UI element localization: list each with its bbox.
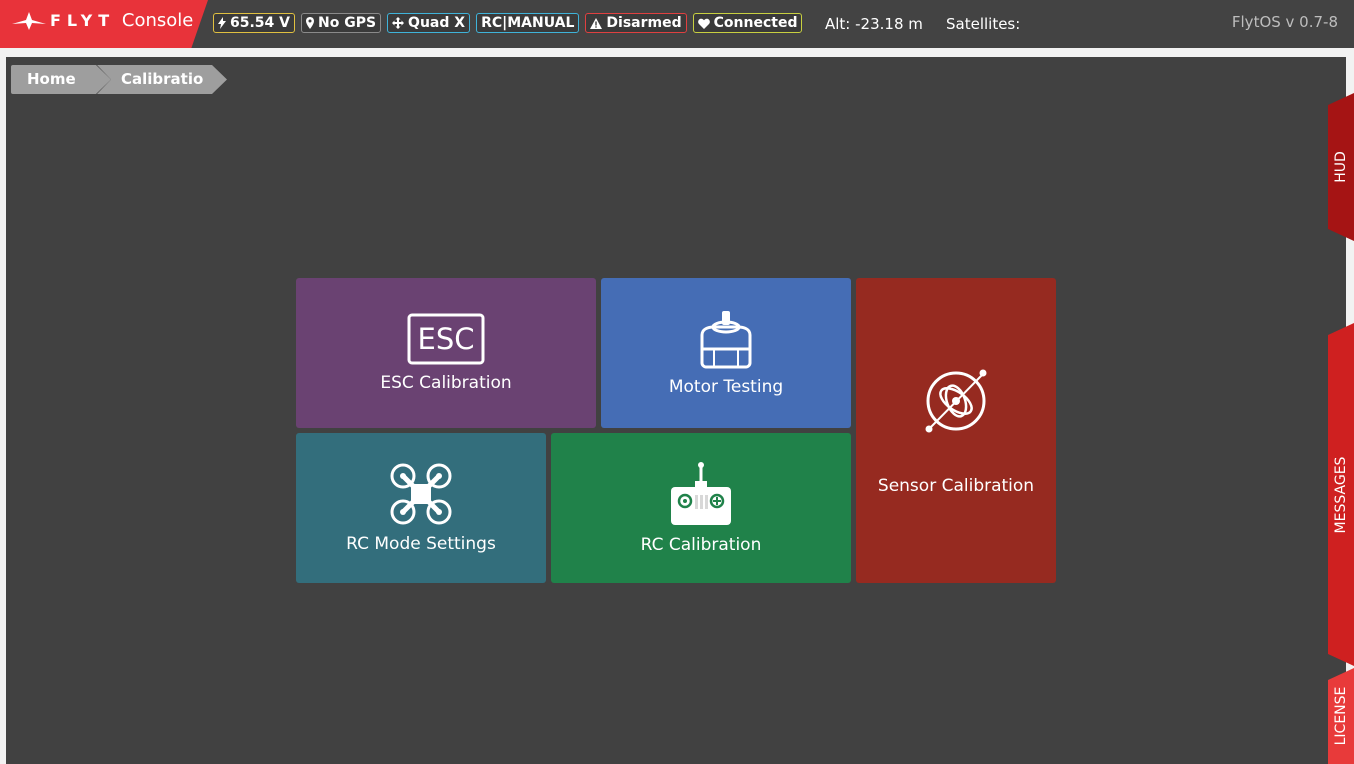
logo-brand: FLYT [50, 11, 116, 30]
altitude-readout: Alt: -23.18 m [825, 15, 923, 33]
frame-badge: Quad X [387, 13, 471, 33]
license-tab-label: LICENSE [1333, 686, 1349, 746]
rc-mode-settings-label: RC Mode Settings [346, 534, 496, 554]
breadcrumb-home[interactable]: Home [11, 65, 111, 94]
breadcrumb-current[interactable]: Calibratio [97, 65, 227, 94]
license-side-tab[interactable]: LICENSE [1328, 668, 1354, 764]
esc-icon-text: ESC [418, 322, 475, 356]
hud-side-tab[interactable]: HUD [1328, 93, 1354, 241]
esc-calibration-label: ESC Calibration [380, 373, 512, 393]
logo-product: Console [121, 10, 194, 31]
connection-badge: Connected [692, 13, 803, 33]
main-panel: Home Calibratio ESC ESC Calibration Moto… [6, 57, 1346, 764]
move-arrows-icon [392, 17, 405, 29]
gps-status: No GPS [318, 15, 377, 31]
status-badges: 65.54 V No GPS Quad X RC|MANUAL Disarmed… [213, 13, 803, 33]
esc-calibration-tile[interactable]: ESC ESC Calibration [296, 278, 596, 428]
heart-icon [697, 18, 710, 29]
sensor-calibration-label: Sensor Calibration [877, 475, 1035, 496]
quadcopter-icon [390, 463, 452, 525]
bolt-icon [218, 17, 226, 29]
map-marker-icon [306, 17, 314, 29]
logo-text: FLYT Console [50, 10, 193, 31]
satellites-readout: Satellites: [946, 15, 1021, 33]
rc-calibration-tile[interactable]: RC Calibration [551, 433, 851, 583]
app-logo[interactable]: FLYT Console [0, 0, 208, 48]
arm-badge: Disarmed [585, 13, 687, 33]
messages-tab-label: MESSAGES [1333, 456, 1349, 533]
arm-state: Disarmed [606, 15, 682, 31]
warning-icon [590, 17, 603, 29]
messages-side-tab[interactable]: MESSAGES [1328, 323, 1354, 666]
esc-icon: ESC [407, 313, 485, 365]
connection-status: Connected [713, 15, 798, 31]
flyt-logo-icon [12, 12, 46, 30]
version-label: FlytOS v 0.7-8 [1231, 13, 1338, 31]
hud-tab-label: HUD [1333, 151, 1349, 183]
flight-mode: RC|MANUAL [481, 15, 575, 31]
motor-icon [700, 311, 752, 369]
sensor-calibration-tile[interactable]: Sensor Calibration [856, 278, 1056, 583]
remote-controller-icon [671, 462, 731, 525]
gps-badge: No GPS [301, 13, 382, 33]
voltage-value: 65.54 V [230, 15, 290, 31]
rc-calibration-label: RC Calibration [640, 535, 762, 555]
top-bar: FLYT Console 65.54 V No GPS Quad X RC|MA… [0, 0, 1354, 48]
motor-testing-label: Motor Testing [668, 377, 784, 397]
gyroscope-icon [925, 369, 987, 432]
rc-mode-settings-tile[interactable]: RC Mode Settings [296, 433, 546, 583]
voltage-badge: 65.54 V [213, 13, 295, 33]
mode-badge: RC|MANUAL [476, 13, 580, 33]
frame-type: Quad X [408, 15, 466, 31]
motor-testing-tile[interactable]: Motor Testing [601, 278, 851, 428]
